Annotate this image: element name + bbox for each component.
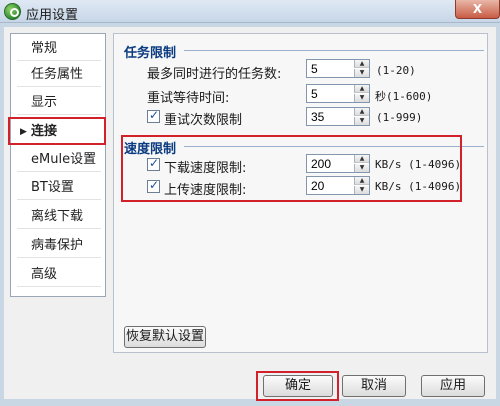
spin-down-icon[interactable]: ▼ [354, 69, 369, 77]
download-limit-label: 下载速度限制: [164, 161, 247, 176]
section-title-task-limit: 任务限制 [124, 46, 177, 61]
spin-up-icon[interactable]: ▲ [354, 85, 369, 93]
spin-down-icon[interactable]: ▼ [354, 117, 369, 125]
section-divider [184, 146, 484, 147]
sidebar-item-label: 任务属性 [31, 67, 84, 82]
title-bar: 应用设置 X [0, 0, 500, 23]
upload-limit-stepper[interactable]: ▲ ▼ [306, 176, 370, 195]
sidebar-item-label: BT设置 [31, 180, 74, 195]
apply-button[interactable]: 应用 [421, 375, 485, 397]
sidebar-item-label: 高级 [31, 267, 58, 282]
retry-wait-stepper[interactable]: ▲ ▼ [306, 84, 370, 103]
max-tasks-range: (1-20) [376, 64, 416, 77]
download-limit-stepper[interactable]: ▲ ▼ [306, 154, 370, 173]
sidebar-item-label: 常规 [31, 41, 58, 56]
retry-wait-input[interactable] [307, 85, 353, 102]
selected-arrow-icon: ▶ [20, 127, 27, 137]
spin-up-icon[interactable]: ▲ [354, 60, 369, 68]
cancel-button[interactable]: 取消 [342, 375, 406, 397]
ok-button[interactable]: 确定 [263, 375, 333, 397]
spin-down-icon[interactable]: ▼ [354, 94, 369, 102]
upload-limit-checkbox[interactable] [147, 178, 160, 193]
download-limit-checkbox[interactable] [147, 156, 160, 171]
max-tasks-input[interactable] [307, 60, 353, 77]
window-title: 应用设置 [26, 8, 79, 23]
app-logo-icon [4, 3, 21, 20]
spin-up-icon[interactable]: ▲ [354, 177, 369, 185]
retry-count-stepper[interactable]: ▲ ▼ [306, 107, 370, 126]
retry-wait-label: 重试等待时间: [147, 91, 230, 106]
retry-wait-range: 秒(1-600) [375, 90, 433, 103]
upload-limit-range: KB/s (1-4096) [375, 180, 462, 193]
sidebar-item-label: 连接 [31, 124, 58, 139]
sidebar-item-emule[interactable]: eMule设置 [17, 148, 101, 172]
section-divider [184, 50, 484, 51]
spin-up-icon[interactable]: ▲ [354, 108, 369, 116]
spin-down-icon[interactable]: ▼ [354, 164, 369, 172]
sidebar-item-connection[interactable]: ▶ 连接 [17, 120, 101, 144]
sidebar: 常规 任务属性 显示 ▶ 连接 eMule设置 BT设置 离线下载 病毒保护 高… [10, 33, 106, 297]
max-tasks-label: 最多同时进行的任务数: [147, 67, 282, 82]
sidebar-item-label: eMule设置 [31, 152, 97, 167]
max-tasks-stepper[interactable]: ▲ ▼ [306, 59, 370, 78]
sidebar-item-offline-download[interactable]: 离线下载 [17, 205, 101, 229]
spin-down-icon[interactable]: ▼ [354, 186, 369, 194]
download-limit-range: KB/s (1-4096) [375, 158, 462, 171]
sidebar-item-advanced[interactable]: 高级 [17, 263, 101, 287]
sidebar-item-label: 病毒保护 [31, 238, 84, 253]
retry-count-label: 重试次数限制 [164, 113, 243, 128]
download-limit-input[interactable] [307, 155, 353, 172]
retry-count-input[interactable] [307, 108, 353, 125]
upload-limit-input[interactable] [307, 177, 353, 194]
sidebar-item-display[interactable]: 显示 [17, 91, 101, 115]
close-button[interactable]: X [455, 0, 500, 19]
sidebar-item-general[interactable]: 常规 [17, 37, 101, 61]
sidebar-item-virus-protection[interactable]: 病毒保护 [17, 234, 101, 258]
spin-up-icon[interactable]: ▲ [354, 155, 369, 163]
sidebar-item-label: 离线下载 [31, 209, 84, 224]
sidebar-item-bt[interactable]: BT设置 [17, 176, 101, 200]
section-title-speed-limit: 速度限制 [124, 142, 177, 157]
sidebar-item-task-properties[interactable]: 任务属性 [17, 63, 101, 87]
sidebar-item-label: 显示 [31, 95, 58, 110]
upload-limit-label: 上传速度限制: [164, 183, 247, 198]
retry-count-checkbox[interactable] [147, 108, 160, 123]
restore-defaults-button[interactable]: 恢复默认设置 [124, 326, 206, 348]
retry-count-range: (1-999) [376, 111, 423, 124]
